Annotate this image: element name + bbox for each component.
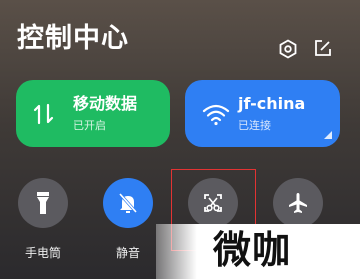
data-arrows-icon: [30, 102, 58, 126]
flashlight-label: 手电筒: [24, 246, 61, 260]
wifi-status: 已连接: [238, 119, 271, 132]
flashlight-toggle[interactable]: [18, 178, 68, 228]
airplane-icon: [289, 193, 307, 213]
wifi-icon: [202, 102, 230, 126]
mute-toggle[interactable]: [103, 178, 153, 228]
mute-label: 静音: [115, 246, 140, 260]
mobile-data-label: 移动数据: [73, 94, 138, 113]
mute-bell-icon: [118, 193, 138, 213]
wifi-tile[interactable]: jf-china 已连接: [185, 80, 340, 147]
flashlight-icon: [37, 192, 49, 214]
watermark-logo: 微咖: [213, 228, 292, 272]
wifi-network-name: jf-china: [238, 94, 306, 113]
mobile-data-tile[interactable]: 移动数据 已开启: [16, 80, 170, 147]
airplane-toggle[interactable]: [273, 178, 323, 228]
expand-corner-icon[interactable]: [324, 131, 332, 139]
edit-icon[interactable]: [310, 35, 336, 61]
mobile-data-status: 已开启: [73, 119, 106, 132]
settings-hexagon-icon[interactable]: [275, 36, 301, 62]
page-title: 控制中心: [17, 23, 129, 54]
